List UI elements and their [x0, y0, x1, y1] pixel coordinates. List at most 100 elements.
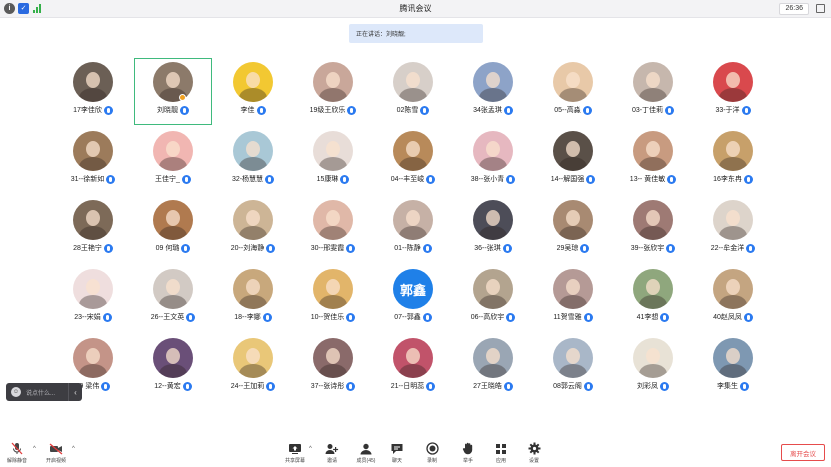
record-button[interactable]: 录制 [418, 442, 446, 464]
apps-button[interactable]: 应用 [487, 442, 515, 464]
avatar-photo-face [406, 210, 420, 226]
share-screen-label: 共享屏幕 [284, 458, 305, 464]
settings-button[interactable]: 设置 [520, 442, 548, 464]
participant-tile[interactable]: 26--王文英 [133, 264, 213, 333]
smiley-icon[interactable]: ☺ [11, 387, 21, 397]
participant-name-row: 22--牟金洋 [711, 243, 756, 253]
participant-tile[interactable]: 38--张小青 [453, 126, 533, 195]
raise-hand-button[interactable]: 举手 [454, 442, 482, 464]
avatar-photo-face [486, 279, 500, 295]
maximize-icon[interactable] [816, 4, 825, 13]
start-video-label: 开启视频 [45, 458, 66, 464]
participant-tile[interactable]: 11贺雪雅 [533, 264, 613, 333]
avatar-photo-body [479, 88, 507, 102]
members-button[interactable]: 成员(45) [352, 442, 380, 464]
mic-icon [181, 174, 191, 184]
participant-tile[interactable]: 39--张欣宇 [613, 195, 693, 264]
participant-tile[interactable]: 41李想 [613, 264, 693, 333]
participant-name: 14--解国强 [550, 176, 585, 183]
participant-tile[interactable]: 05--高淼 [533, 57, 613, 126]
participant-name: 27王晓皓 [473, 383, 502, 390]
participant-name: 34张孟琪 [473, 107, 502, 114]
participant-tile[interactable]: 33-于洋 [693, 57, 773, 126]
avatar-photo-body [319, 226, 347, 240]
audio-options-chevron-icon[interactable]: ^ [33, 446, 36, 452]
participant-tile[interactable]: 刘晓靓 [133, 57, 213, 126]
participant-tile[interactable]: 28王艳宁 [53, 195, 133, 264]
participant-tile[interactable]: 23--宋娟 [53, 264, 133, 333]
mic-icon [660, 312, 670, 322]
participant-tile[interactable]: 27王晓皓 [453, 333, 533, 402]
participant-name-row: 05--高淼 [554, 105, 592, 115]
participant-tile[interactable]: 32-杨慧慧 [213, 126, 293, 195]
participant-tile[interactable]: 40赵凤凤 [693, 264, 773, 333]
participant-tile[interactable]: 17李佳欣 [53, 57, 133, 126]
participant-tile[interactable]: 34张孟琪 [453, 57, 533, 126]
mic-icon [426, 381, 436, 391]
participant-tile[interactable]: 王佳宁_ [133, 126, 213, 195]
avatar-photo-face [646, 279, 660, 295]
participant-tile[interactable]: 36--张琪 [453, 195, 533, 264]
start-video-button[interactable]: 开启视频 [42, 442, 70, 464]
participant-name-row: 38--张小青 [471, 174, 516, 184]
participant-name: 李佳 [240, 107, 255, 114]
chevron-left-icon[interactable]: ‹ [68, 383, 82, 401]
participant-tile[interactable]: 20--刘海静 [213, 195, 293, 264]
avatar-photo-face [646, 348, 660, 364]
participant-tile[interactable]: 郭鑫 07--郭鑫 [373, 264, 453, 333]
avatar-photo-body [639, 226, 667, 240]
invite-button[interactable]: 邀请 [318, 442, 346, 464]
participant-name-row: 03-丁佳莉 [632, 105, 675, 115]
participant-tile[interactable]: 04--丰至峻 [373, 126, 453, 195]
participant-tile[interactable]: 22--牟金洋 [693, 195, 773, 264]
share-screen-button[interactable]: 共享屏幕 [281, 442, 309, 464]
participant-tile[interactable]: 李佳 [213, 57, 293, 126]
avatar-photo-body [479, 226, 507, 240]
participant-name-row: 30--邢雯霞 [310, 243, 356, 253]
participant-tile[interactable]: 16李东冉 [693, 126, 773, 195]
leave-meeting-button[interactable]: 离开会议 [781, 444, 825, 461]
avatar-photo-body [559, 226, 587, 240]
participant-name: 30--邢雯霞 [310, 245, 345, 252]
video-options-chevron-icon[interactable]: ^ [72, 446, 75, 452]
participant-tile[interactable]: 03-丁佳莉 [613, 57, 693, 126]
participant-tile[interactable]: 30--邢雯霞 [293, 195, 373, 264]
participant-tile[interactable]: 15康琳 [293, 126, 373, 195]
participant-name: 05--高淼 [554, 107, 581, 114]
avatar-photo-face [166, 141, 180, 157]
participant-tile[interactable]: 29吴琼 [533, 195, 613, 264]
avatar [713, 338, 753, 378]
participant-name-row: 33-于洋 [715, 105, 751, 115]
participant-tile[interactable]: 19级王欣乐 [293, 57, 373, 126]
invite-label: 邀请 [326, 458, 337, 464]
participant-tile[interactable]: 08郭云阁 [533, 333, 613, 402]
avatar [553, 269, 593, 309]
mic-icon [743, 174, 753, 184]
participant-tile[interactable]: 18--李娜 [213, 264, 293, 333]
participant-tile[interactable]: 09 何璐 [133, 195, 213, 264]
participant-tile[interactable]: 14--解国强 [533, 126, 613, 195]
avatar-photo-body [79, 157, 107, 171]
participant-tile[interactable]: 37--张诗彤 [293, 333, 373, 402]
participant-tile[interactable]: 21--日明蕊 [373, 333, 453, 402]
chat-input[interactable]: ☺ 说点什么... ‹ [6, 383, 82, 401]
avatar [153, 200, 193, 240]
participant-tile[interactable]: 01--陈静 [373, 195, 453, 264]
avatar-photo-face [86, 72, 100, 88]
participant-tile[interactable]: 李集生 [693, 333, 773, 402]
participant-tile[interactable]: 12--黄宏 [133, 333, 213, 402]
avatar-photo-body [719, 88, 747, 102]
avatar-photo-body [399, 226, 427, 240]
participant-tile[interactable]: 13-- 黄佳敏 [613, 126, 693, 195]
chat-button[interactable]: 聊天 [383, 442, 411, 464]
participant-tile[interactable]: 02陈雪 [373, 57, 453, 126]
participant-tile[interactable]: 24--王加莉 [213, 333, 293, 402]
unmute-button[interactable]: 解除静音 [3, 442, 31, 464]
participant-tile[interactable]: 10--贺佳乐 [293, 264, 373, 333]
share-options-chevron-icon[interactable]: ^ [309, 446, 312, 452]
participant-tile[interactable]: 31--徐新如 [53, 126, 133, 195]
participant-name-row: 18--李娜 [234, 312, 272, 322]
participant-tile[interactable]: 刘彩凤 [613, 333, 693, 402]
apps-grid-icon [494, 442, 508, 455]
participant-tile[interactable]: 06--高欣宇 [453, 264, 533, 333]
